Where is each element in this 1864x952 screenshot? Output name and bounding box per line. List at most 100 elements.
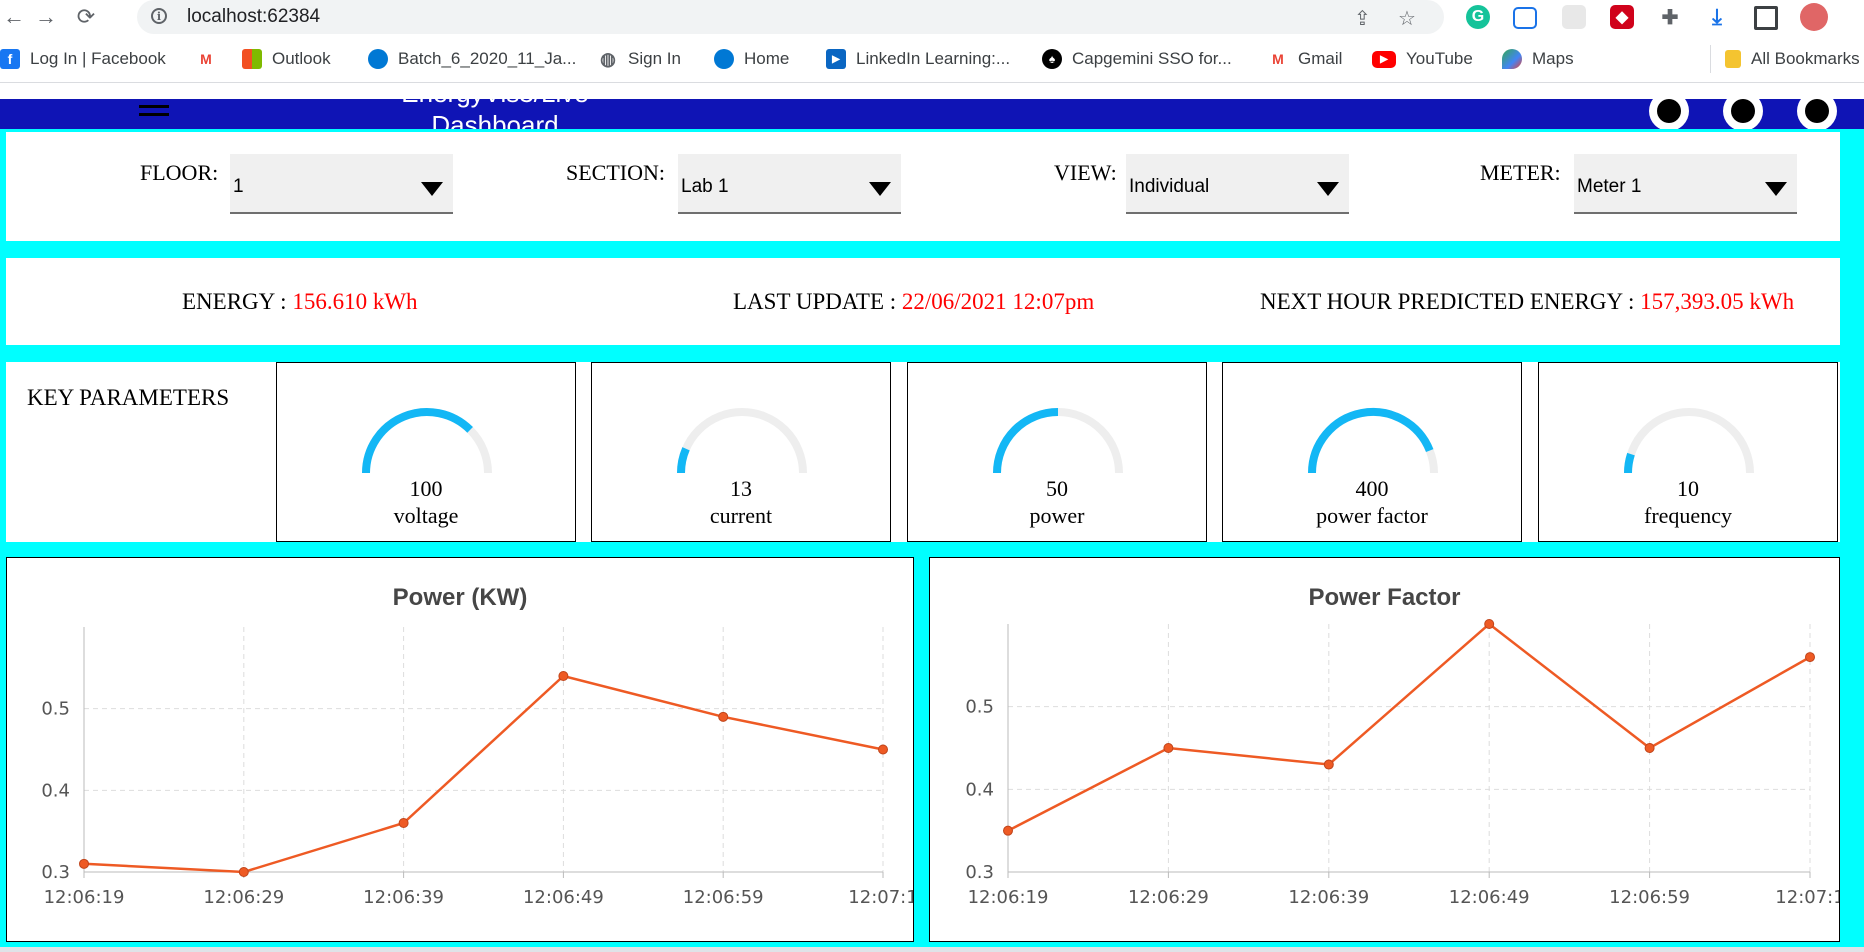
- section-select[interactable]: Lab 1: [678, 154, 901, 214]
- gauge-value: 400: [1355, 476, 1389, 501]
- bookmark-maps[interactable]: Maps: [1502, 48, 1574, 70]
- last-update-value: 22/06/2021 12:07pm: [901, 289, 1095, 314]
- gauge-fill: [1308, 408, 1434, 474]
- grammarly-icon[interactable]: G: [1466, 5, 1490, 29]
- address-bar[interactable]: i localhost:62384 ⇪ ☆: [137, 0, 1444, 34]
- gauge-track: [993, 408, 1123, 474]
- x-tick-label: 12:06:59: [1609, 887, 1690, 908]
- bookmark-sign-in[interactable]: ◍ Sign In: [598, 48, 681, 70]
- forward-icon[interactable]: →: [32, 3, 60, 31]
- reload-icon[interactable]: ⟳: [72, 3, 100, 31]
- y-tick-label: 0.3: [965, 862, 994, 883]
- gauge-value: 13: [730, 476, 752, 501]
- profile-avatar[interactable]: [1800, 3, 1828, 31]
- x-tick-label: 12:07:1: [848, 887, 914, 908]
- bookmark-facebook[interactable]: f Log In | Facebook: [0, 48, 166, 70]
- view-value: Individual: [1129, 176, 1210, 197]
- x-tick-label: 12:06:39: [363, 887, 444, 908]
- gauge-track: [1624, 408, 1754, 474]
- menu-icon[interactable]: [139, 105, 169, 119]
- bookmark-outlook[interactable]: Outlook: [242, 48, 331, 70]
- last-update-label: LAST UPDATE :: [733, 289, 897, 314]
- download-icon[interactable]: ⤓: [1705, 4, 1729, 29]
- maps-icon: [1502, 49, 1522, 69]
- browser-toolbar: ← → ⟳ i localhost:62384 ⇪ ☆ G ◆ ✚ ⤓: [0, 0, 1864, 34]
- y-tick-label: 0.4: [41, 780, 70, 801]
- data-point: [878, 744, 888, 755]
- bookmark-linkedin-learning[interactable]: ▶ LinkedIn Learning:...: [826, 48, 1010, 70]
- bookmark-gmail[interactable]: M Gmail: [1268, 48, 1342, 70]
- x-tick-label: 12:06:39: [1288, 887, 1369, 908]
- y-tick-label: 0.5: [41, 699, 70, 720]
- ublock-icon[interactable]: ◆: [1610, 5, 1634, 29]
- floor-label: FLOOR:: [140, 160, 219, 185]
- x-tick-label: 12:06:49: [523, 887, 604, 908]
- sharepoint-icon: [368, 49, 388, 69]
- gauge-fill: [677, 447, 690, 474]
- gmail-icon: M: [1272, 51, 1284, 67]
- view-select[interactable]: Individual: [1126, 154, 1349, 214]
- x-tick-label: 12:06:59: [683, 887, 764, 908]
- floor-select[interactable]: 1: [230, 154, 453, 214]
- gauge-track: [362, 408, 492, 474]
- refresh-icon[interactable]: [1649, 99, 1689, 129]
- key-parameters-title: KEY PARAMETERS: [27, 385, 230, 410]
- gmail-icon: M: [200, 51, 212, 67]
- data-point: [1484, 619, 1495, 629]
- meter-select[interactable]: Meter 1: [1574, 154, 1797, 214]
- chevron-down-icon: [1765, 182, 1787, 196]
- gauge-fill: [993, 408, 1059, 474]
- x-tick-label: 12:06:49: [1449, 887, 1530, 908]
- url-text[interactable]: localhost:62384: [187, 6, 320, 28]
- gauge-label: frequency: [1644, 503, 1732, 528]
- data-point: [1323, 759, 1334, 770]
- bookmark-capgemini[interactable]: ♠ Capgemini SSO for...: [1042, 48, 1232, 70]
- chevron-down-icon: [421, 182, 443, 196]
- energy-value: 156.610 kWh: [292, 289, 418, 314]
- data-point: [79, 858, 89, 869]
- bookmark-youtube[interactable]: ▶ YouTube: [1372, 48, 1473, 70]
- gauge-card-frequency: 10 frequency: [1538, 362, 1838, 542]
- section-value: Lab 1: [681, 176, 729, 197]
- youtube-icon: ▶: [1372, 50, 1396, 68]
- power-chart-card: Power (KW) 0.3 0.4 0.5 12:06:19 12:06:29 12:0…: [6, 557, 914, 942]
- y-tick-label: 0.4: [965, 779, 994, 800]
- view-label: VIEW:: [1054, 160, 1117, 185]
- site-info-icon[interactable]: i: [151, 8, 167, 24]
- data-point: [558, 671, 569, 681]
- screen-record-icon[interactable]: [1513, 7, 1537, 29]
- gauge-label: power factor: [1316, 503, 1428, 528]
- back-icon[interactable]: ←: [0, 3, 28, 31]
- gauge-fill: [362, 408, 473, 474]
- energy-label: ENERGY :: [182, 289, 287, 314]
- power-chart: 0.3 0.4 0.5 12:06:19 12:06:29 12:06:39 12:06:4…: [41, 627, 914, 908]
- predicted-energy-info: NEXT HOUR PREDICTED ENERGY : 157,393.05 …: [1260, 289, 1794, 315]
- x-tick-label: 12:07:1: [1775, 887, 1840, 908]
- data-point: [1003, 825, 1013, 836]
- gauge-track: [677, 408, 807, 474]
- x-tick-label: 12:06:19: [968, 887, 1049, 908]
- notification-icon[interactable]: [1723, 99, 1763, 129]
- power-factor-chart: 0.3 0.4 0.5 12:06:19 12:06:29 12:06:39 12:06:4…: [965, 619, 1840, 908]
- account-icon[interactable]: [1797, 99, 1837, 129]
- gauge-value: 100: [409, 476, 443, 501]
- bookmark-gmail-icon-only[interactable]: M: [196, 48, 226, 70]
- puzzle-icon[interactable]: ✚: [1658, 5, 1682, 29]
- gauge-value: 50: [1046, 476, 1068, 501]
- gauge-fill: [1624, 452, 1635, 474]
- bookmarks-bar: f Log In | Facebook M Outlook Batch_6_202…: [0, 34, 1864, 83]
- folder-icon: [1725, 50, 1741, 68]
- x-tick-label: 12:06:29: [203, 887, 284, 908]
- meter-value: Meter 1: [1577, 176, 1642, 197]
- predicted-energy-value: 157,393.05 kWh: [1640, 289, 1795, 314]
- all-bookmarks[interactable]: All Bookmarks: [1710, 45, 1860, 73]
- star-icon[interactable]: ☆: [1398, 6, 1416, 31]
- bookmark-home[interactable]: Home: [714, 48, 789, 70]
- x-tick-label: 12:06:29: [1128, 887, 1209, 908]
- share-icon[interactable]: ⇪: [1354, 6, 1371, 31]
- microsoft-icon: [242, 49, 262, 69]
- gauge-card-power-factor: 400 power factor: [1222, 362, 1522, 542]
- extension-icon[interactable]: [1562, 5, 1586, 29]
- bookmark-batch[interactable]: Batch_6_2020_11_Ja...: [368, 48, 576, 70]
- side-panel-icon[interactable]: [1754, 6, 1778, 30]
